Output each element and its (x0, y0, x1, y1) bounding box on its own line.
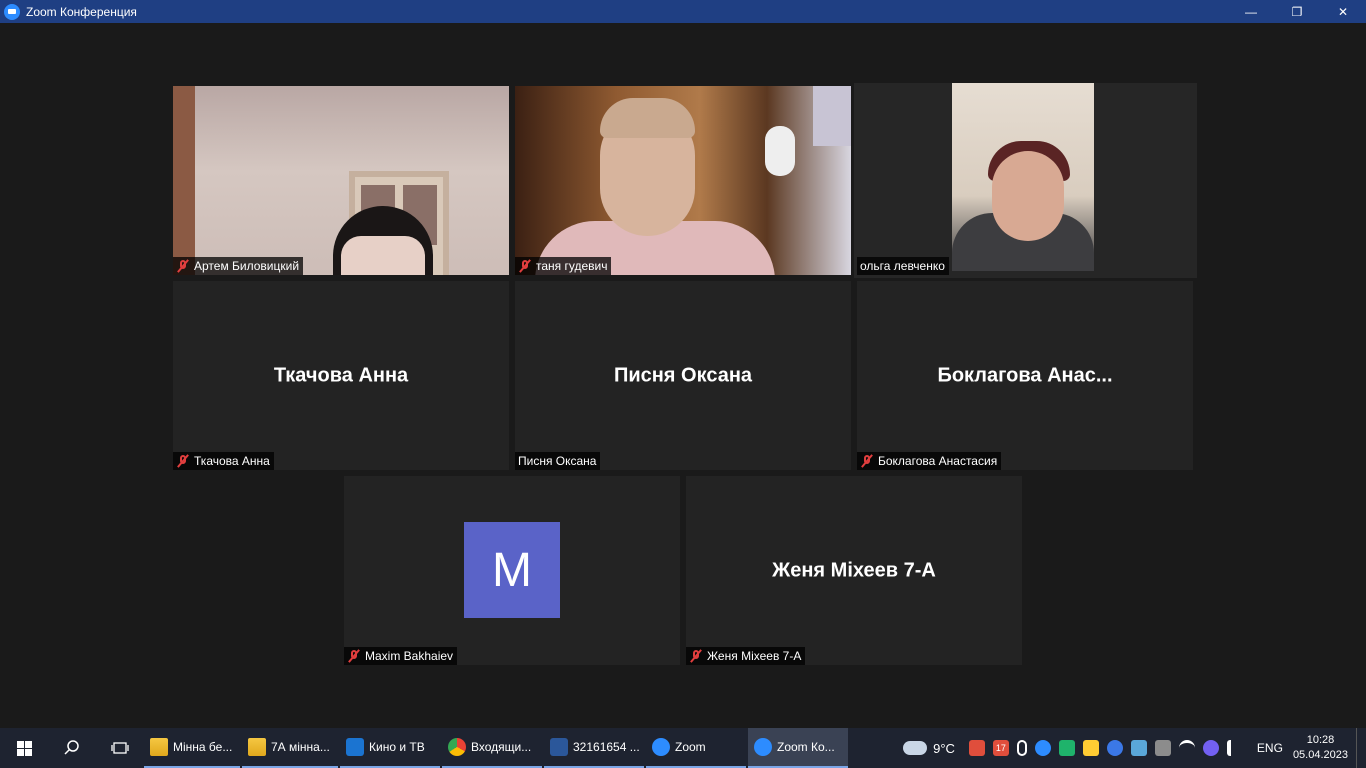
security-shield-icon[interactable] (1082, 740, 1099, 756)
app-tray-icon[interactable] (968, 740, 985, 756)
participant-tile[interactable]: Боклагова Анас... Боклагова Анастасия (857, 281, 1193, 470)
taskbar-app-explorer[interactable]: Мінна бе... (144, 728, 240, 768)
wifi-icon[interactable] (1178, 740, 1195, 756)
participant-nameplate: Писня Оксана (515, 452, 601, 470)
participant-video (854, 83, 1197, 278)
taskbar-app-zoom-meeting[interactable]: Zoom Ко... (748, 728, 848, 768)
clock[interactable]: 10:28 05.04.2023 (1293, 733, 1348, 763)
participant-name: ольга левченко (860, 259, 945, 273)
mic-muted-icon (176, 454, 190, 468)
participant-nameplate: Артем Биловицкий (173, 257, 304, 275)
participant-tile[interactable]: Ткачова Анна Ткачова Анна (173, 281, 509, 470)
taskbar-app-explorer[interactable]: 7А мінна... (242, 728, 338, 768)
system-tray: 9°C 17 ENG 10:28 05.04.2023 (903, 728, 1366, 768)
chrome-icon (448, 738, 466, 756)
taskbar-app-label: Zoom (675, 740, 706, 754)
participant-nameplate: таня гудевич (515, 257, 612, 275)
taskbar-app-label: Мінна бе... (173, 740, 233, 754)
show-desktop-button[interactable] (1356, 728, 1366, 768)
participant-tile[interactable]: Женя Міхеев 7-А Женя Міхеев 7-А (686, 476, 1022, 665)
bluetooth-icon[interactable] (1106, 740, 1123, 756)
close-button[interactable]: ✕ (1320, 0, 1366, 23)
participant-display-name: Боклагова Анас... (937, 364, 1113, 386)
microphone-icon[interactable] (1016, 740, 1027, 756)
participant-tile[interactable]: Артем Биловицкий (173, 86, 509, 275)
active-speaker-tile[interactable]: ольга левченко (854, 83, 1197, 278)
participant-display-name: Писня Оксана (613, 364, 753, 386)
taskbar-app-word[interactable]: 32161654 ... (544, 728, 644, 768)
zoom-icon (754, 738, 772, 756)
windows-logo-icon (16, 740, 32, 756)
taskbar-app-movies[interactable]: Кино и ТВ (340, 728, 440, 768)
viber-icon[interactable] (1202, 740, 1219, 756)
participant-nameplate: Maxim Bakhaiev (344, 647, 458, 665)
taskbar-app-zoom[interactable]: Zoom (646, 728, 746, 768)
participant-name: таня гудевич (536, 259, 608, 273)
taskbar: Мінна бе... 7А мінна... Кино и ТВ Входящ… (0, 728, 1366, 768)
zoom-icon (652, 738, 670, 756)
task-view-icon[interactable] (96, 728, 144, 768)
participant-name: Артем Биловицкий (194, 259, 300, 273)
mic-muted-icon (689, 649, 703, 663)
word-icon (550, 738, 568, 756)
clock-time: 10:28 (1306, 734, 1335, 746)
taskbar-app-label: Входящи... (471, 740, 532, 754)
participant-name: Писня Оксана (518, 454, 597, 468)
participant-nameplate: Ткачова Анна (173, 452, 274, 470)
participant-video (515, 86, 851, 275)
window-title: Zoom Конференция (26, 4, 137, 19)
participant-name: Боклагова Анастасия (878, 454, 998, 468)
participant-name: Maxim Bakhaiev (365, 649, 454, 663)
gallery-view: Артем Биловицкий таня гудевич ольга левч… (0, 23, 1366, 728)
folder-icon (150, 738, 168, 756)
mic-muted-icon (347, 649, 361, 663)
mic-muted-icon (176, 259, 190, 273)
speaker-icon[interactable] (1226, 740, 1243, 756)
taskbar-app-label: 7А мінна... (271, 740, 330, 754)
search-icon[interactable] (48, 728, 96, 768)
participant-nameplate: Боклагова Анастасия (857, 452, 1002, 470)
participant-nameplate: ольга левченко (857, 257, 949, 275)
mic-muted-icon (860, 454, 874, 468)
participant-display-name: Женя Міхеев 7-А (772, 559, 936, 581)
app-tray-icon[interactable] (1058, 740, 1075, 756)
taskbar-app-label: Zoom Ко... (777, 740, 835, 754)
temperature: 9°C (933, 740, 955, 756)
language-indicator[interactable]: ENG (1257, 741, 1283, 755)
notification-badge-icon[interactable]: 17 (992, 740, 1009, 756)
cloud-icon (903, 741, 928, 755)
mic-muted-icon (518, 259, 532, 273)
weather-widget[interactable]: 9°C (903, 741, 955, 756)
clock-date: 05.04.2023 (1292, 749, 1348, 761)
participant-name: Женя Міхеев 7-А (707, 649, 802, 663)
participant-display-name: Ткачова Анна (273, 364, 409, 386)
movies-tv-icon (346, 738, 364, 756)
taskbar-app-label: Кино и ТВ (369, 740, 425, 754)
avatar: M (464, 522, 560, 618)
zoom-app-icon (4, 3, 20, 20)
participant-name: Ткачова Анна (194, 454, 270, 468)
participant-tile[interactable]: Писня Оксана Писня Оксана (515, 281, 851, 470)
minimize-button[interactable]: — (1228, 0, 1274, 23)
taskbar-app-label: 32161654 ... (573, 740, 640, 754)
app-tray-icon[interactable] (1154, 740, 1171, 756)
restore-button[interactable]: ❐ (1274, 0, 1320, 23)
participant-tile[interactable]: таня гудевич (515, 86, 851, 275)
title-bar: Zoom Конференция — ❐ ✕ (0, 0, 1366, 23)
folder-icon (248, 738, 266, 756)
app-tray-icon[interactable] (1130, 740, 1147, 756)
zoom-tray-icon[interactable] (1034, 740, 1051, 756)
taskbar-app-chrome[interactable]: Входящи... (442, 728, 542, 768)
participant-tile[interactable]: M Maxim Bakhaiev (344, 476, 680, 665)
participant-video (173, 86, 509, 275)
start-button[interactable] (0, 728, 48, 768)
participant-nameplate: Женя Міхеев 7-А (686, 647, 806, 665)
